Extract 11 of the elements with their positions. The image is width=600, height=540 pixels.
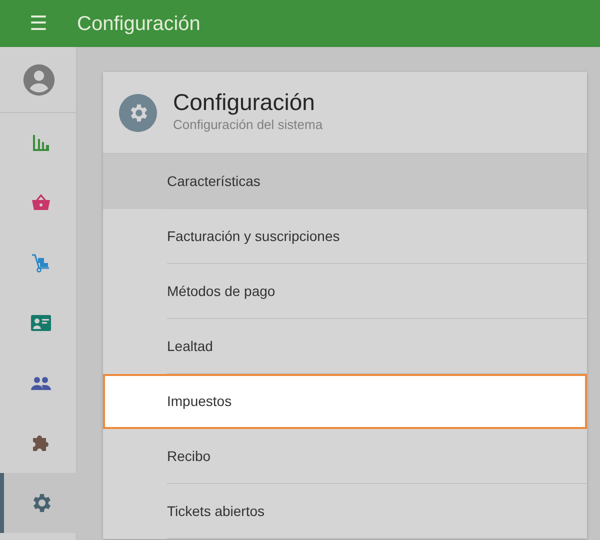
gear-icon [119, 94, 157, 132]
settings-item[interactable]: Características [103, 154, 587, 209]
settings-item[interactable]: Recibo [103, 429, 587, 484]
settings-item[interactable]: Impuestos [103, 374, 587, 429]
card-subtitle: Configuración del sistema [173, 116, 323, 134]
card-title: Configuración [173, 90, 316, 116]
sidebar-item[interactable] [0, 473, 77, 533]
app-title: Configuración [77, 12, 200, 36]
settings-item[interactable]: Tickets abiertos [103, 484, 587, 539]
settings-item[interactable]: Métodos de pago [103, 264, 587, 319]
settings-item[interactable]: Facturación y suscripciones [103, 209, 587, 264]
